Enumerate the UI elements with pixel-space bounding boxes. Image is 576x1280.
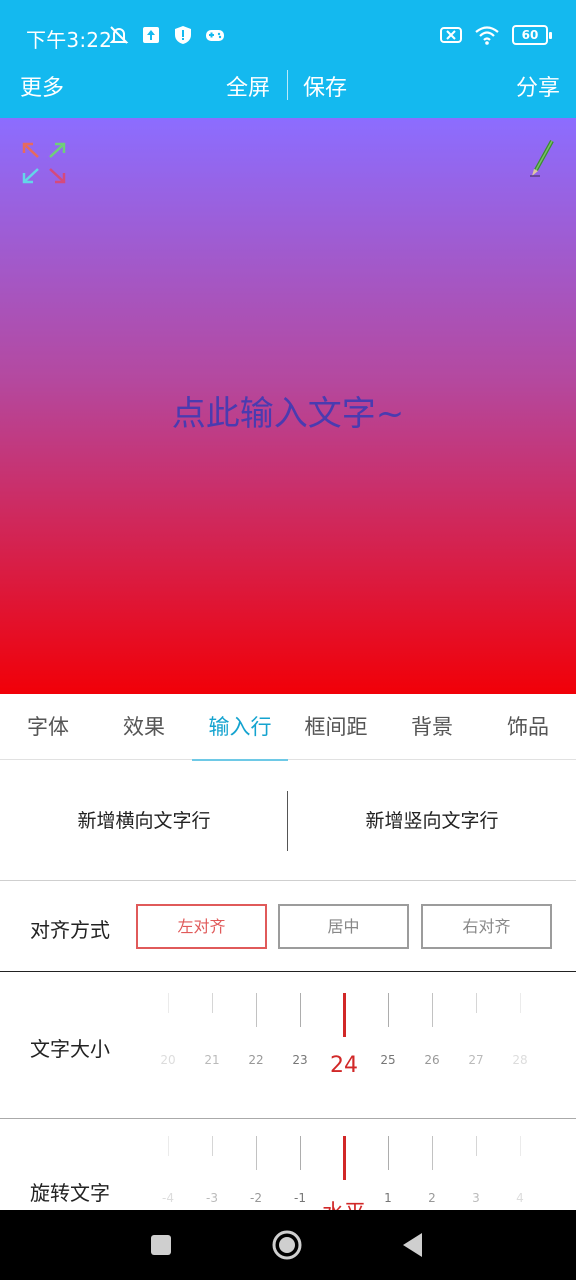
align-right-button[interactable]: 右对齐 <box>421 904 552 949</box>
font_size-tick <box>388 993 389 1027</box>
tab-decoration[interactable]: 饰品 <box>480 694 576 760</box>
font_size-tick-label: 27 <box>468 1053 484 1067</box>
text-canvas[interactable]: 点此输入文字~ <box>0 118 576 694</box>
upload-icon <box>143 27 159 43</box>
save-button[interactable]: 保存 <box>303 70 347 102</box>
rotation-tick <box>256 1136 257 1170</box>
expand-icon[interactable] <box>20 140 68 186</box>
more-button[interactable]: 更多 <box>20 70 64 102</box>
font_size-tick-label: 25 <box>380 1053 396 1067</box>
tab-background[interactable]: 背景 <box>384 694 480 760</box>
font_size-tick-label: 26 <box>424 1053 440 1067</box>
font_size-tick-label: 20 <box>160 1053 176 1067</box>
font_size-tick-label: 22 <box>248 1053 264 1067</box>
navigation-bar <box>0 1210 576 1280</box>
font_size-tick-label: 21 <box>204 1053 220 1067</box>
tab-effect[interactable]: 效果 <box>96 694 192 760</box>
recent-apps-icon[interactable] <box>144 1228 178 1262</box>
rotation-section: 旋转文字 -4-3-2-1水平1234 <box>0 1119 576 1211</box>
wifi-icon <box>475 26 499 45</box>
canvas-placeholder-text[interactable]: 点此输入文字~ <box>0 386 576 435</box>
font-size-ruler[interactable]: 20 21 22 23 24 25 26 27 28 <box>140 973 560 1119</box>
back-icon[interactable] <box>396 1228 430 1262</box>
rotation-tick <box>212 1136 213 1156</box>
font-size-section: 文字大小 20 21 22 23 24 25 26 27 28 <box>0 973 576 1119</box>
top-bar: 更多 全屏 保存 分享 <box>0 62 576 118</box>
font_size-tick <box>300 993 301 1027</box>
toolbar-divider <box>287 70 288 100</box>
add-vertical-line-button[interactable]: 新增竖向文字行 <box>288 761 576 881</box>
alignment-section: 对齐方式 左对齐 居中 右对齐 <box>0 882 576 972</box>
share-button[interactable]: 分享 <box>516 70 560 102</box>
font_size-tick <box>212 993 213 1013</box>
font_size-tick <box>476 993 477 1013</box>
font_size-tick-label: 28 <box>512 1053 528 1067</box>
alignment-label: 对齐方式 <box>30 918 110 942</box>
rotation-tick-label: 3 <box>472 1191 480 1205</box>
tab-font[interactable]: 字体 <box>0 694 96 760</box>
sim-missing-icon <box>440 27 462 43</box>
rotation-ruler[interactable]: -4-3-2-1水平1234 <box>140 1119 560 1211</box>
rotation-tick <box>520 1136 521 1156</box>
tab-bar: 字体 效果 输入行 框间距 背景 饰品 <box>0 694 576 761</box>
fullscreen-button[interactable]: 全屏 <box>226 70 270 102</box>
add-line-section: 新增横向文字行 新增竖向文字行 <box>0 761 576 881</box>
rotation-tick-label: 4 <box>516 1191 524 1205</box>
rotation-tick <box>388 1136 389 1170</box>
shield-icon <box>175 26 191 44</box>
rotation-tick-label: 2 <box>428 1191 436 1205</box>
align-left-button[interactable]: 左对齐 <box>136 904 267 949</box>
gamepad-icon <box>206 30 224 41</box>
font-size-label: 文字大小 <box>30 1037 110 1061</box>
align-center-button[interactable]: 居中 <box>278 904 409 949</box>
rotation-tick-label: 1 <box>384 1191 392 1205</box>
rotation-tick <box>432 1136 433 1170</box>
tab-spacing[interactable]: 框间距 <box>288 694 384 760</box>
rotation-tick-label: -3 <box>206 1191 218 1205</box>
status-time: 下午3:22 <box>26 28 113 52</box>
tab-input-line[interactable]: 输入行 <box>192 694 288 761</box>
font_size-center-tick <box>343 993 346 1037</box>
rotation-tick <box>168 1136 169 1156</box>
font_size-tick <box>256 993 257 1027</box>
add-horizontal-line-button[interactable]: 新增横向文字行 <box>0 761 288 881</box>
rotation-label: 旋转文字 <box>30 1181 110 1205</box>
rotation-tick-label: -4 <box>162 1191 174 1205</box>
status-bar: 下午3:22 60 <box>0 0 576 70</box>
rotation-center-tick <box>343 1136 346 1180</box>
battery-icon: 60 <box>512 25 552 45</box>
font_size-tick <box>520 993 521 1013</box>
font_size-tick <box>432 993 433 1027</box>
rotation-tick <box>300 1136 301 1170</box>
status-icons-left <box>108 24 226 46</box>
status-icons-right: 60 <box>438 24 552 46</box>
pencil-icon[interactable] <box>528 138 558 178</box>
font_size-tick <box>168 993 169 1013</box>
mute-icon <box>109 26 129 44</box>
rotation-tick-label: -2 <box>250 1191 262 1205</box>
home-icon[interactable] <box>270 1228 304 1262</box>
rotation-tick <box>476 1136 477 1156</box>
